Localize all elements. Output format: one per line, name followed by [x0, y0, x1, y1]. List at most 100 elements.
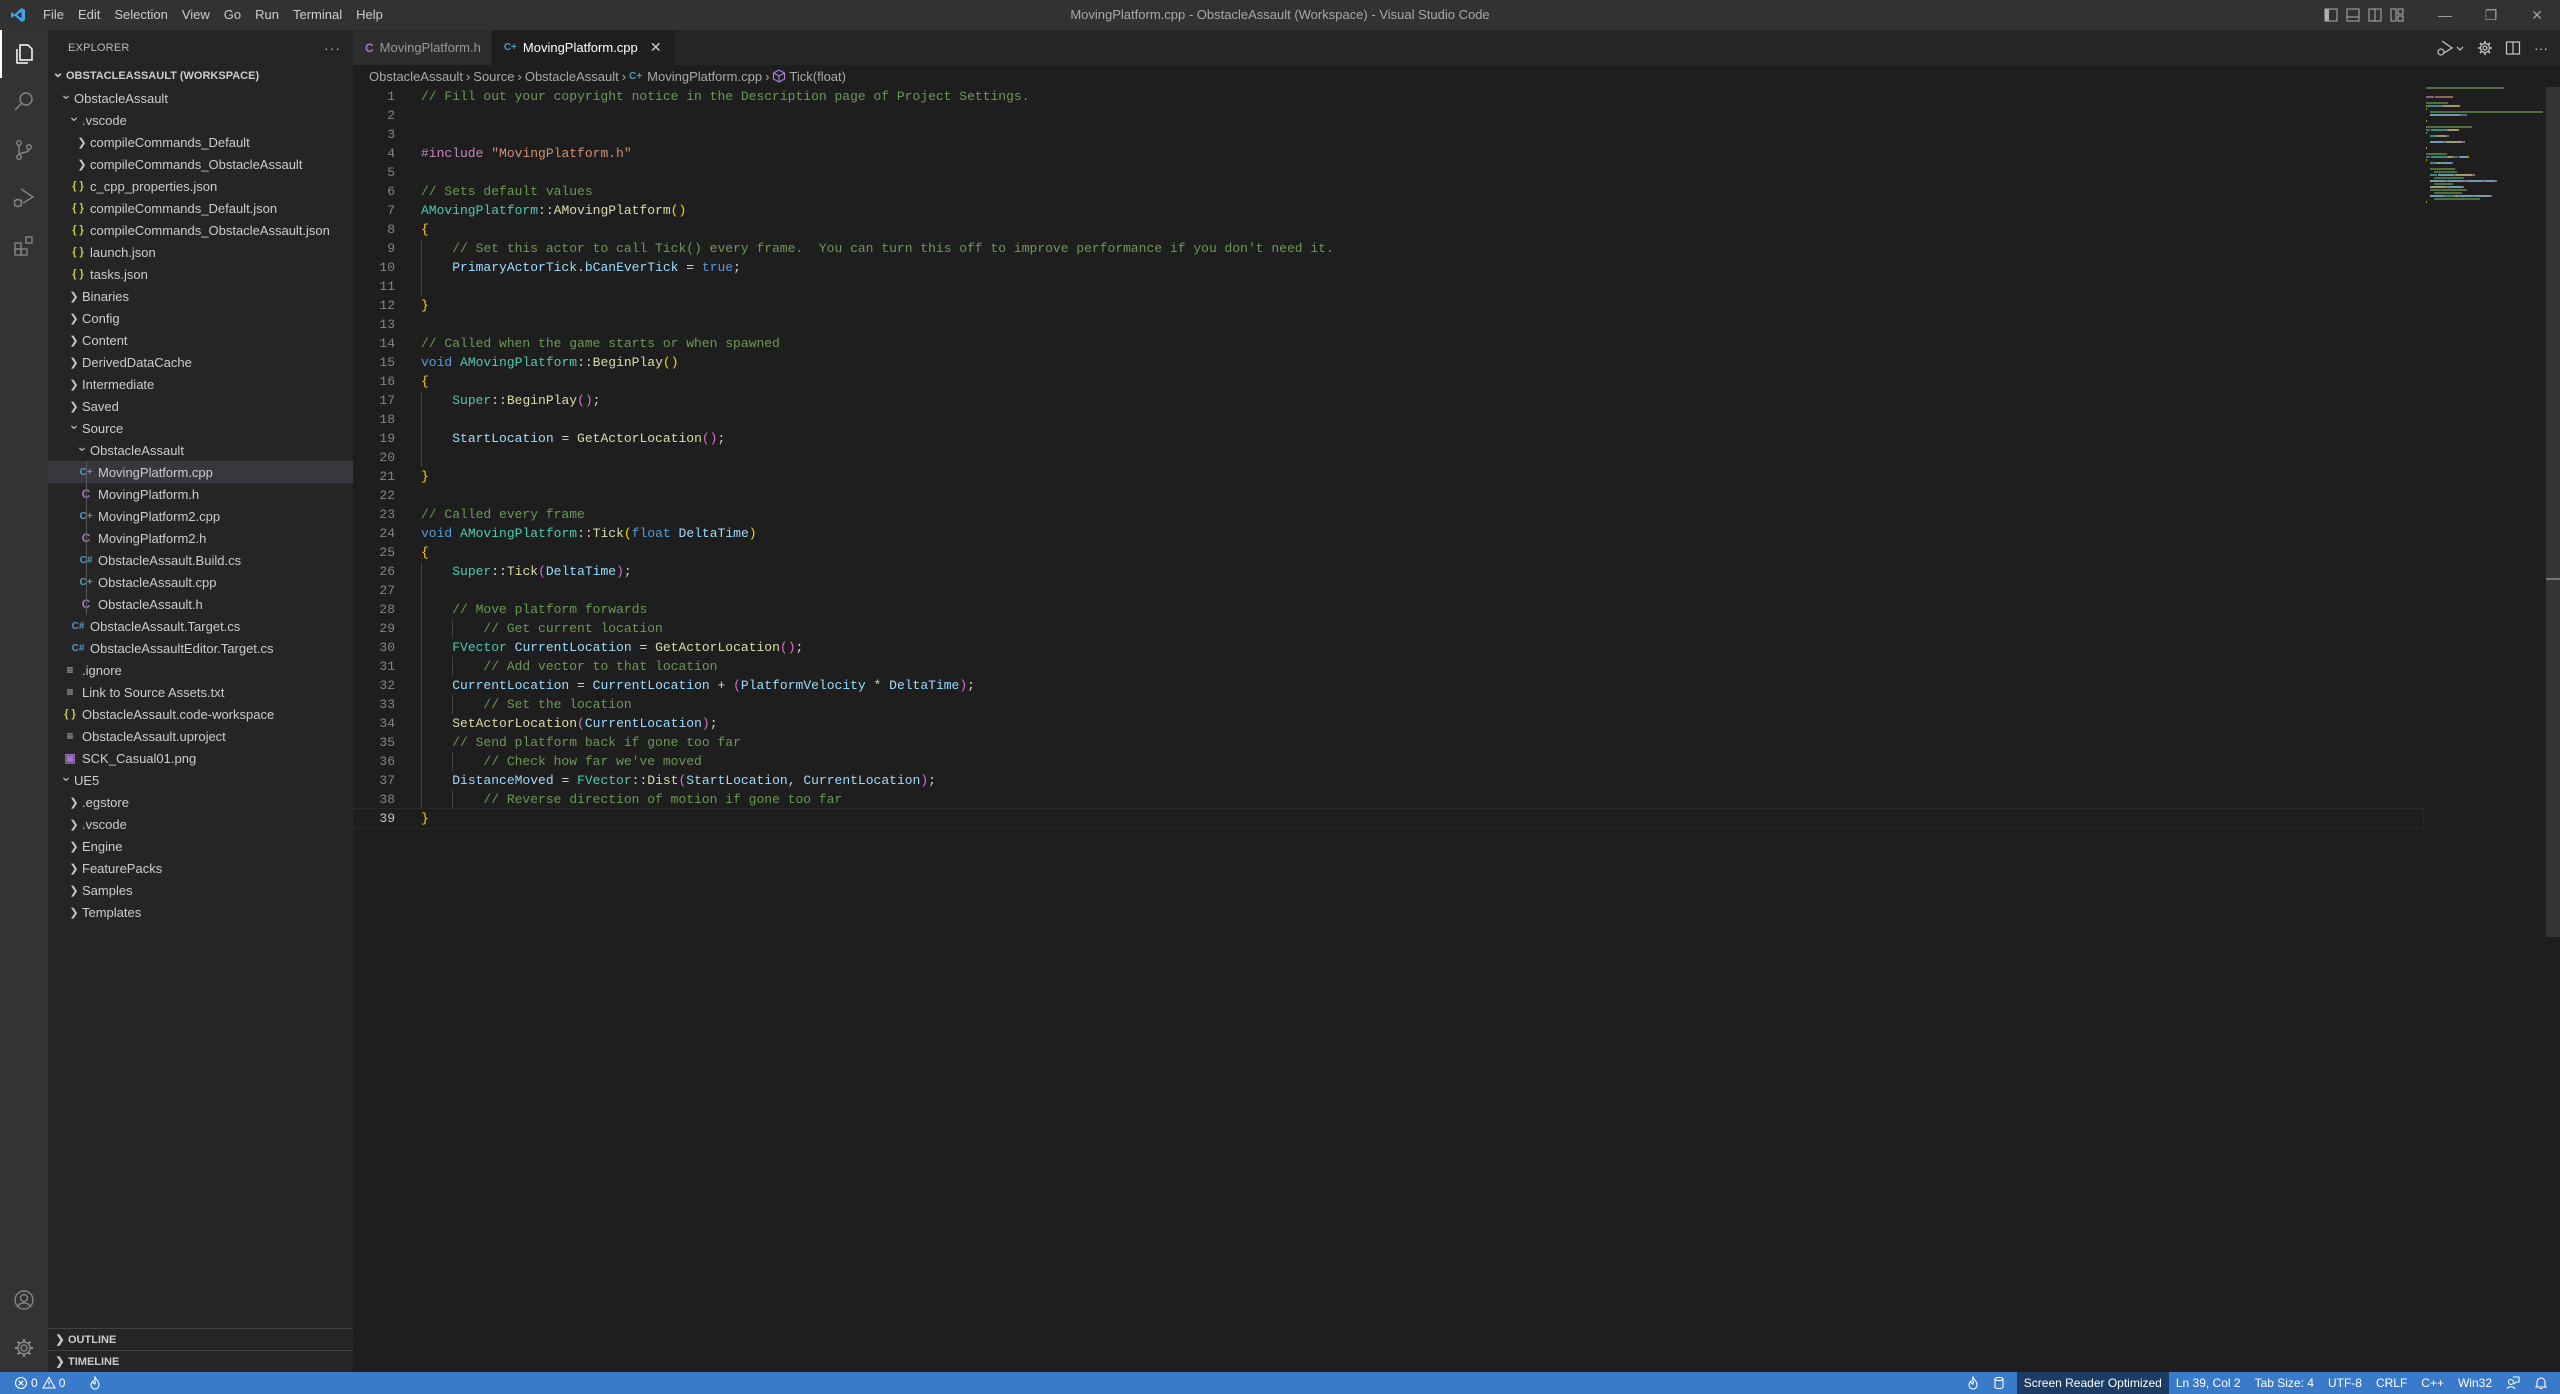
code-line[interactable]: 23 // Called every frame — [353, 505, 2423, 524]
code-line[interactable]: 19 StartLocation = GetActorLocation(); — [353, 429, 2423, 448]
timeline-panel-header[interactable]: ❯ TIMELINE — [48, 1350, 353, 1372]
more-actions-icon[interactable]: ··· — [2530, 37, 2552, 59]
tab-moving-platform-cpp[interactable]: C+ MovingPlatform.cpp ✕ — [491, 30, 675, 65]
code-line[interactable]: 27 — [353, 581, 2423, 600]
tree-file[interactable]: { } compileCommands_ObstacleAssault.json — [48, 219, 353, 241]
tree-folder[interactable]: ❯ Content — [48, 329, 353, 351]
tree-file[interactable]: { } compileCommands_Default.json — [48, 197, 353, 219]
database-icon[interactable] — [1986, 1372, 2017, 1394]
code-line[interactable]: 32 CurrentLocation = CurrentLocation + (… — [353, 676, 2423, 695]
close-tab-icon[interactable]: ✕ — [648, 39, 664, 56]
notifications-bell-icon[interactable] — [2527, 1372, 2560, 1394]
tree-folder[interactable]: ❯ Samples — [48, 879, 353, 901]
tree-folder[interactable]: ⌄ ObstacleAssault — [48, 86, 353, 109]
code-line[interactable]: 3 — [353, 125, 2423, 144]
code-line[interactable]: 39} — [352, 808, 2424, 829]
tree-folder[interactable]: ❯ .egstore — [48, 791, 353, 813]
explorer-more-actions-button[interactable]: ··· — [324, 40, 341, 56]
tree-file[interactable]: ≡ Link to Source Assets.txt — [48, 681, 353, 703]
tree-file[interactable]: { } ObstacleAssault.code-workspace — [48, 703, 353, 725]
code-line[interactable]: 12} — [353, 296, 2423, 315]
feedback-icon[interactable] — [2499, 1372, 2527, 1394]
tree-folder[interactable]: ⌄ ObstacleAssault — [48, 438, 353, 461]
minimap[interactable] — [2426, 87, 2546, 203]
minimize-button[interactable]: — — [2422, 0, 2468, 30]
tree-folder[interactable]: ❯ compileCommands_ObstacleAssault — [48, 153, 353, 175]
outline-panel-header[interactable]: ❯ OUTLINE — [48, 1328, 353, 1350]
code-line[interactable]: 36 // Check how far we've moved — [353, 752, 2423, 771]
tree-folder[interactable]: ❯ Templates — [48, 901, 353, 923]
menu-terminal[interactable]: Terminal — [286, 0, 349, 30]
toggle-panel-icon[interactable] — [2342, 0, 2364, 30]
tree-file[interactable]: C+ObstacleAssault.cpp — [48, 571, 353, 593]
breadcrumb-item[interactable]: Tick(float) — [789, 69, 846, 84]
code-line[interactable]: 35 // Send platform back if gone too far — [353, 733, 2423, 752]
tree-file[interactable]: CMovingPlatform.h — [48, 483, 353, 505]
explorer-icon[interactable] — [0, 30, 48, 78]
breadcrumb-item[interactable]: ObstacleAssault — [525, 69, 619, 84]
menu-run[interactable]: Run — [248, 0, 286, 30]
encoding[interactable]: UTF-8 — [2321, 1372, 2369, 1394]
tree-file[interactable]: ≡ ObstacleAssault.uproject — [48, 725, 353, 747]
code-line[interactable]: 24 void AMovingPlatform::Tick(float Delta… — [353, 524, 2423, 543]
tree-folder[interactable]: ❯ Config — [48, 307, 353, 329]
code-line[interactable]: 8{ — [353, 220, 2423, 239]
extensions-icon[interactable] — [0, 222, 48, 270]
tree-file[interactable]: CMovingPlatform2.h — [48, 527, 353, 549]
code-line[interactable]: 29 // Get current location — [353, 619, 2423, 638]
run-debug-dropdown-icon[interactable] — [2434, 37, 2468, 59]
platform-configuration[interactable]: Win32 — [2451, 1372, 2499, 1394]
code-line[interactable]: 25 { — [353, 543, 2423, 562]
tree-file[interactable]: C#ObstacleAssault.Build.cs — [48, 549, 353, 571]
tree-file[interactable]: { } tasks.json — [48, 263, 353, 285]
code-line[interactable]: 26 Super::Tick(DeltaTime); — [353, 562, 2423, 581]
tree-file[interactable]: ≡ .ignore — [48, 659, 353, 681]
code-line[interactable]: 14 // Called when the game starts or when… — [353, 334, 2423, 353]
tree-file[interactable]: CObstacleAssault.h — [48, 593, 353, 615]
code-line[interactable]: 5 — [353, 163, 2423, 182]
tree-file[interactable]: C+MovingPlatform2.cpp — [48, 505, 353, 527]
code-line[interactable]: 13 — [353, 315, 2423, 334]
restore-button[interactable]: ❐ — [2468, 0, 2514, 30]
source-control-icon[interactable] — [0, 126, 48, 174]
code-line[interactable]: 7 AMovingPlatform::AMovingPlatform() — [353, 201, 2423, 220]
tree-folder[interactable]: ❯ FeaturePacks — [48, 857, 353, 879]
code-line[interactable]: 30 FVector CurrentLocation = GetActorLoc… — [353, 638, 2423, 657]
breadcrumb-item[interactable]: ObstacleAssault — [369, 69, 463, 84]
code-line[interactable]: 37 DistanceMoved = FVector::Dist(StartLo… — [353, 771, 2423, 790]
code-line[interactable]: 11 — [353, 277, 2423, 296]
code-line[interactable]: 33 // Set the location — [353, 695, 2423, 714]
customize-layout-icon[interactable] — [2386, 0, 2408, 30]
code-line[interactable]: 31 // Add vector to that location — [353, 657, 2423, 676]
tab-moving-platform-h[interactable]: C MovingPlatform.h — [353, 30, 492, 65]
tree-file[interactable]: C# ObstacleAssaultEditor.Target.cs — [48, 637, 353, 659]
code-line[interactable]: 2 — [353, 106, 2423, 125]
tab-size[interactable]: Tab Size: 4 — [2248, 1372, 2321, 1394]
settings-gear-icon[interactable] — [2474, 37, 2496, 59]
line-ending[interactable]: CRLF — [2369, 1372, 2414, 1394]
code-line[interactable]: 28 // Move platform forwards — [353, 600, 2423, 619]
menu-selection[interactable]: Selection — [107, 0, 174, 30]
menu-view[interactable]: View — [175, 0, 217, 30]
code-line[interactable]: 17 Super::BeginPlay(); — [353, 391, 2423, 410]
code-line[interactable]: 16 { — [353, 372, 2423, 391]
vertical-scrollbar[interactable] — [2546, 87, 2560, 937]
tree-file[interactable]: ▣ SCK_Casual01.png — [48, 747, 353, 769]
tree-folder[interactable]: ❯ Saved — [48, 395, 353, 417]
close-window-button[interactable]: ✕ — [2514, 0, 2560, 30]
tree-folder[interactable]: ❯ Engine — [48, 835, 353, 857]
code-line[interactable]: 34 SetActorLocation(CurrentLocation); — [353, 714, 2423, 733]
tree-folder[interactable]: ⌄ Source — [48, 416, 353, 439]
tree-folder[interactable]: ❯ compileCommands_Default — [48, 131, 353, 153]
tree-file[interactable]: { } c_cpp_properties.json — [48, 175, 353, 197]
code-line[interactable]: 18 — [353, 410, 2423, 429]
workspace-root[interactable]: ⌄ OBSTACLEASSAULT (WORKSPACE) — [48, 64, 353, 87]
tree-file[interactable]: C# ObstacleAssault.Target.cs — [48, 615, 353, 637]
live-share-flame-icon[interactable] — [82, 1372, 108, 1394]
menu-help[interactable]: Help — [349, 0, 390, 30]
menu-edit[interactable]: Edit — [71, 0, 107, 30]
code-editor[interactable]: 1 // Fill out your copyright notice in th… — [352, 87, 2424, 829]
tree-file[interactable]: C+MovingPlatform.cpp — [48, 461, 353, 483]
code-line[interactable]: 22 — [353, 486, 2423, 505]
code-line[interactable]: 21} — [353, 467, 2423, 486]
